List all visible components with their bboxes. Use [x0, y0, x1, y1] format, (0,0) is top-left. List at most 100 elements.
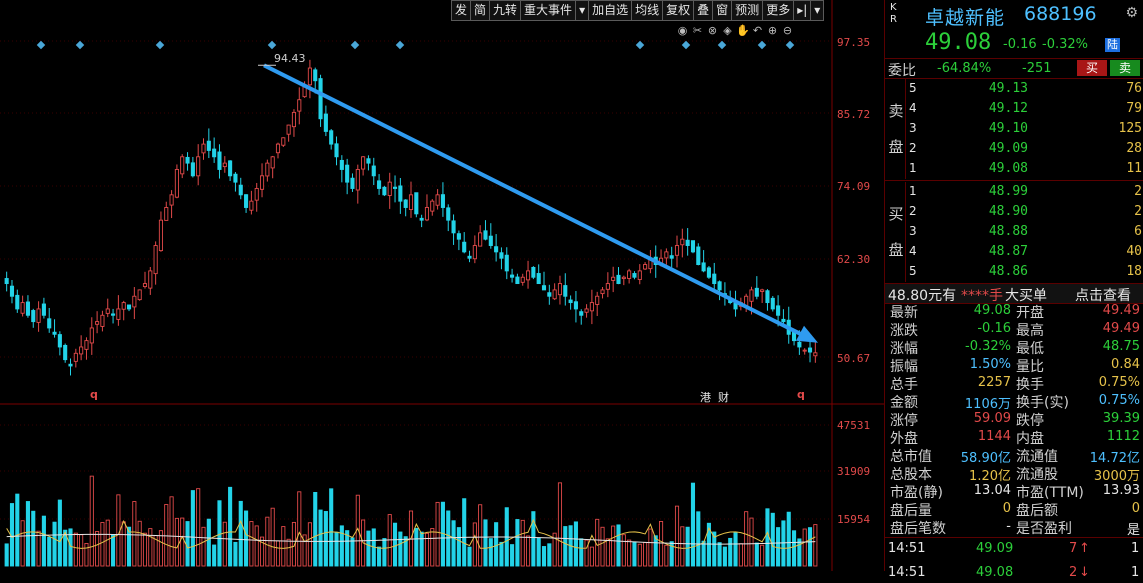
buy-button[interactable]: 买	[1077, 60, 1107, 76]
volume-bar	[451, 520, 456, 567]
volume-bar	[270, 507, 275, 567]
toolbar-button[interactable]: 均线	[631, 0, 664, 21]
bids-row[interactable]: 3 48.88 6	[905, 222, 1143, 242]
candle	[616, 267, 621, 285]
hand-icon[interactable]: ✋	[736, 24, 750, 37]
toolbar-button[interactable]: ▾	[810, 0, 825, 21]
undo-icon[interactable]: ↶	[751, 24, 764, 37]
volume-bar	[137, 520, 142, 567]
volume-bar	[318, 509, 323, 567]
toolbar-button[interactable]: 发	[451, 0, 472, 21]
candle	[20, 295, 25, 317]
bids-row[interactable]: 5 48.86 18	[905, 262, 1143, 282]
kline-chart[interactable]	[0, 0, 884, 571]
candle	[238, 177, 243, 200]
toolbar-button[interactable]: 更多	[762, 0, 795, 21]
event-marker-q[interactable]: q	[90, 388, 98, 401]
toolbar-button[interactable]: 九转	[489, 0, 522, 21]
sell-button[interactable]: 卖	[1110, 60, 1140, 76]
toolbar-button[interactable]: ▸|	[793, 0, 812, 21]
candle	[643, 262, 648, 270]
candle-body	[73, 352, 78, 362]
candle-body	[483, 230, 488, 240]
stock-name[interactable]: 卓越新能	[925, 3, 1005, 30]
stat-value: 0.75%	[1098, 393, 1140, 408]
event-marker-cai[interactable]: 财	[718, 389, 729, 405]
candle-body	[84, 340, 89, 350]
toolbar-button[interactable]: 叠	[693, 0, 714, 21]
candle-body	[339, 159, 344, 170]
weibi-row: 委比 -64.84% -251 买 卖	[885, 58, 1143, 79]
candle-body	[781, 318, 786, 323]
event-marker-q[interactable]: q	[797, 388, 805, 401]
candle-body	[158, 219, 163, 252]
volume-bar	[584, 539, 589, 567]
zoom-in-icon[interactable]: ⊕	[766, 24, 779, 37]
volume-bar	[515, 519, 520, 567]
signal-diamond-icon	[267, 40, 277, 50]
candle	[169, 190, 174, 219]
toolbar-button[interactable]: 预测	[731, 0, 764, 21]
toolbar-button[interactable]: 复权	[662, 0, 695, 21]
candle	[760, 288, 765, 303]
eye-icon[interactable]: ◉	[676, 24, 689, 37]
kline-chart-area[interactable]: 发简九转 重大事件 ▾ 加自选 均线 复权叠窗预测 更多 ▸| ▾ ◉ ✂ ⊗ ◈ ✋ ↶ ⊕ ⊖ 94.43…	[0, 0, 884, 571]
scissors-icon[interactable]: ✂	[691, 24, 704, 37]
stock-code[interactable]: 688196	[1024, 3, 1097, 25]
candle-body	[355, 169, 360, 191]
stat-row: 总手 2257 换手 0.75%	[885, 374, 1143, 393]
stat-label: 是否盈利	[1016, 521, 1072, 537]
candle	[706, 265, 711, 279]
asks-row[interactable]: 5 49.13 76	[905, 79, 1143, 99]
toolbar-button[interactable]: 简	[470, 0, 491, 21]
volume-bar	[313, 491, 318, 567]
volume-bar	[212, 544, 217, 567]
candle	[802, 348, 807, 355]
gear-icon[interactable]: ⚙	[1125, 5, 1138, 21]
volume-bar	[25, 501, 30, 567]
candle	[377, 174, 382, 195]
volume-bar	[499, 541, 504, 567]
close-circle-icon[interactable]: ⊗	[706, 24, 719, 37]
candle	[63, 343, 68, 363]
candle	[148, 266, 153, 295]
candle	[297, 87, 302, 125]
asks-price: 49.12	[988, 101, 1028, 116]
candle-body	[121, 302, 126, 310]
toolbar-button[interactable]: 窗	[712, 0, 733, 21]
bids-row[interactable]: 4 48.87 40	[905, 242, 1143, 262]
volume-bar	[786, 511, 791, 567]
candle	[674, 235, 680, 268]
candle-body	[259, 175, 265, 190]
asks-row[interactable]: 4 49.12 79	[905, 99, 1143, 119]
candle-body	[15, 294, 20, 310]
candle	[600, 286, 605, 299]
candle-body	[424, 207, 430, 221]
asks-row[interactable]: 2 49.09 28	[905, 139, 1143, 159]
event-marker-gang[interactable]: 港	[700, 389, 711, 405]
asks-row[interactable]: 1 49.08 11	[905, 159, 1143, 179]
candle-body	[382, 186, 387, 196]
candle	[504, 247, 509, 280]
diamond-icon[interactable]: ◈	[721, 24, 734, 37]
bids-row[interactable]: 2 48.90 2	[905, 202, 1143, 222]
bids-row[interactable]: 1 48.99 2	[905, 182, 1143, 202]
candle	[307, 59, 312, 99]
asks-row[interactable]: 3 49.10 125	[905, 119, 1143, 139]
volume-axis-label: 15954	[837, 513, 871, 526]
candle-body	[467, 255, 472, 259]
big-order-row[interactable]: 48.80元有 ****手 大买单 点击查看	[885, 283, 1143, 304]
asks-volume: 79	[1126, 101, 1142, 116]
candle-body	[536, 273, 541, 285]
asks-level: 3	[909, 121, 917, 135]
candle-body	[132, 295, 137, 308]
volume-bar	[621, 534, 626, 567]
volume-bar	[685, 526, 690, 567]
bids-price: 48.88	[988, 224, 1028, 239]
candle-body	[302, 86, 307, 98]
zoom-out-icon[interactable]: ⊖	[781, 24, 794, 37]
toolbar-button[interactable]: 加自选	[588, 0, 633, 21]
toolbar-button[interactable]: 重大事件	[520, 0, 577, 21]
toolbar-button[interactable]: ▾	[575, 0, 590, 21]
candle	[233, 172, 238, 192]
